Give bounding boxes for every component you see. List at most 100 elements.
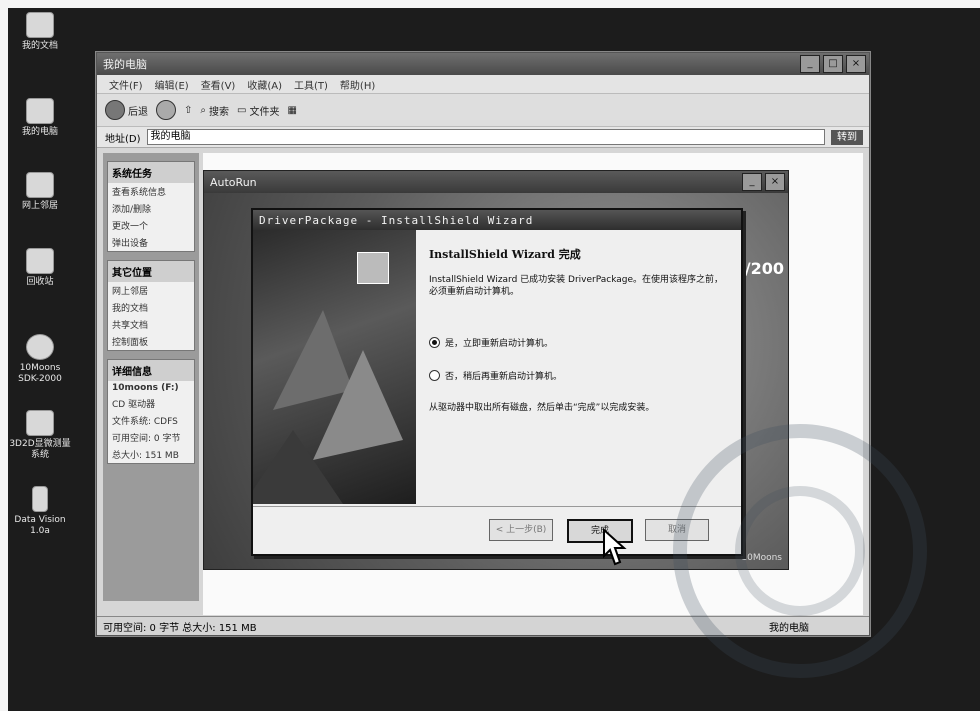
- cancel-button[interactable]: 取消: [645, 519, 709, 541]
- search-icon: ⌕: [200, 104, 206, 116]
- desktop-icon-10moons[interactable]: 10Moons SDK-2000: [8, 334, 72, 385]
- radio-selected-icon[interactable]: [429, 337, 440, 348]
- desktop-icon-label: 3D2D显微测量系统: [9, 439, 71, 460]
- panel-link[interactable]: 查看系统信息: [108, 183, 194, 200]
- back-button[interactable]: 后退: [105, 100, 148, 120]
- minimize-button[interactable]: _: [800, 55, 820, 73]
- panel-link[interactable]: 网上邻居: [108, 282, 194, 299]
- wizard-titlebar: DriverPackage - InstallShield Wizard: [253, 210, 741, 230]
- search-label: 搜索: [209, 106, 229, 118]
- autorun-titlebar: AutoRun _ ×: [204, 171, 788, 193]
- documents-icon: [26, 12, 54, 38]
- views-button[interactable]: ▦: [287, 105, 296, 116]
- explorer-titlebar: 我的电脑 _ □ ×: [97, 53, 869, 75]
- panel-title: 系统任务: [108, 162, 194, 183]
- panel-link[interactable]: 共享文档: [108, 316, 194, 333]
- autorun-title: AutoRun: [210, 175, 257, 189]
- wizard-artwork-icon: [253, 310, 403, 504]
- restart-later-label: 否，稍后再重新启动计算机。: [445, 372, 563, 382]
- wizard-title: DriverPackage - InstallShield Wizard: [259, 213, 534, 227]
- data-vision-icon: [32, 486, 48, 512]
- desktop-icon-data-vision[interactable]: Data Vision 1.0a: [8, 486, 72, 537]
- wizard-side-graphic: [253, 230, 416, 504]
- up-button[interactable]: ⇧: [184, 105, 192, 116]
- search-button[interactable]: ⌕ 搜索: [200, 103, 229, 118]
- wizard-heading: InstallShield Wizard 完成: [429, 248, 581, 261]
- desktop-icon-label: 网上邻居: [21, 201, 58, 211]
- explorer-title: 我的电脑: [103, 58, 147, 71]
- hand-cursor-icon: [603, 528, 627, 566]
- status-location: 我的电脑: [769, 622, 809, 634]
- desktop-icon-recycle[interactable]: 回收站: [8, 248, 72, 288]
- desktop-icon-documents[interactable]: 我的文档: [8, 12, 72, 52]
- desktop-icon-label: 我的电脑: [21, 127, 58, 137]
- panel-title: 其它位置: [108, 261, 194, 282]
- panel-link[interactable]: 控制面板: [108, 333, 194, 350]
- status-bar: 可用空间: 0 字节 总大小: 151 MB 我的电脑: [97, 616, 869, 635]
- back-button[interactable]: < 上一步(B): [489, 519, 553, 541]
- minimize-button[interactable]: _: [742, 173, 762, 191]
- recycle-bin-icon: [26, 248, 54, 274]
- autorun-version: /200: [744, 259, 784, 278]
- folders-icon: ▭: [237, 104, 247, 116]
- wizard-note: 从驱动器中取出所有磁盘，然后单击“完成”以完成安装。: [429, 403, 655, 413]
- go-button[interactable]: 转到: [831, 129, 863, 145]
- detail-item: 文件系统: CDFS: [112, 417, 178, 427]
- back-label: 后退: [128, 106, 148, 118]
- forward-button[interactable]: [156, 100, 176, 120]
- restart-now-option[interactable]: 是，立即重新启动计算机。: [429, 336, 731, 349]
- wizard-divider: [253, 506, 741, 507]
- autorun-footer: 10Moons: [741, 553, 782, 563]
- menu-bar: 文件(F) 编辑(E) 查看(V) 收藏(A) 工具(T) 帮助(H): [97, 75, 869, 94]
- computer-icon: [26, 98, 54, 124]
- wizard-content: InstallShield Wizard 完成 InstallShield Wi…: [429, 246, 731, 414]
- panel-details: 详细信息 10moons (F:) CD 驱动器 文件系统: CDFS 可用空间…: [107, 359, 195, 464]
- forward-arrow-icon: [156, 100, 176, 120]
- desktop-icon-computer[interactable]: 我的电脑: [8, 98, 72, 138]
- menu-help[interactable]: 帮助(H): [340, 77, 375, 92]
- folders-button[interactable]: ▭ 文件夹: [237, 103, 279, 118]
- detail-item: 可用空间: 0 字节: [112, 434, 181, 444]
- panel-other-places: 其它位置 网上邻居 我的文档 共享文档 控制面板: [107, 260, 195, 351]
- panel-link[interactable]: 添加/删除: [108, 200, 194, 217]
- desktop: 我的文档 我的电脑 网上邻居 回收站 10Moons SDK-2000 3D2D…: [8, 8, 980, 711]
- address-label: 地址(D): [105, 133, 141, 145]
- address-input[interactable]: 我的电脑: [146, 129, 825, 145]
- menu-view[interactable]: 查看(V): [201, 77, 236, 92]
- close-button[interactable]: ×: [846, 55, 866, 73]
- status-free-space: 可用空间: 0 字节 总大小: 151 MB: [103, 622, 257, 634]
- address-bar: 地址(D) 我的电脑 转到: [97, 127, 869, 148]
- desktop-icon-label: 我的文档: [21, 41, 58, 51]
- explorer-toolbar: 后退 ⇧ ⌕ 搜索 ▭ 文件夹 ▦: [97, 94, 869, 127]
- detail-item: CD 驱动器: [112, 400, 156, 410]
- panel-link[interactable]: 弹出设备: [108, 234, 194, 251]
- up-folder-icon: ⇧: [184, 104, 193, 116]
- network-icon: [26, 172, 54, 198]
- maximize-button[interactable]: □: [823, 55, 843, 73]
- desktop-icon-measure[interactable]: 3D2D显微测量系统: [8, 410, 72, 461]
- desktop-icon-network[interactable]: 网上邻居: [8, 172, 72, 212]
- desktop-icon-label: Data Vision 1.0a: [14, 515, 66, 536]
- measure-app-icon: [26, 410, 54, 436]
- close-button[interactable]: ×: [765, 173, 785, 191]
- back-arrow-icon: [105, 100, 125, 120]
- panel-link[interactable]: 我的文档: [108, 299, 194, 316]
- installer-logo-icon: [357, 252, 389, 284]
- cd-drive-icon: [26, 334, 54, 360]
- task-pane: 系统任务 查看系统信息 添加/删除 更改一个 弹出设备 其它位置 网上邻居 我的…: [103, 153, 199, 601]
- restart-later-option[interactable]: 否，稍后再重新启动计算机。: [429, 369, 731, 382]
- desktop-icon-label: 10Moons SDK-2000: [18, 363, 62, 384]
- menu-file[interactable]: 文件(F): [109, 77, 143, 92]
- menu-favorites[interactable]: 收藏(A): [247, 77, 282, 92]
- menu-edit[interactable]: 编辑(E): [155, 77, 189, 92]
- menu-tools[interactable]: 工具(T): [294, 77, 328, 92]
- desktop-icon-label: 回收站: [26, 277, 54, 287]
- radio-unselected-icon[interactable]: [429, 370, 440, 381]
- detail-item: 总大小: 151 MB: [112, 451, 179, 461]
- wizard-description: InstallShield Wizard 已成功安装 DriverPackage…: [429, 275, 724, 297]
- detail-item: 10moons (F:): [112, 383, 179, 393]
- panel-system-tasks: 系统任务 查看系统信息 添加/删除 更改一个 弹出设备: [107, 161, 195, 252]
- restart-now-label: 是，立即重新启动计算机。: [445, 339, 554, 349]
- panel-link[interactable]: 更改一个: [108, 217, 194, 234]
- panel-title: 详细信息: [108, 360, 194, 381]
